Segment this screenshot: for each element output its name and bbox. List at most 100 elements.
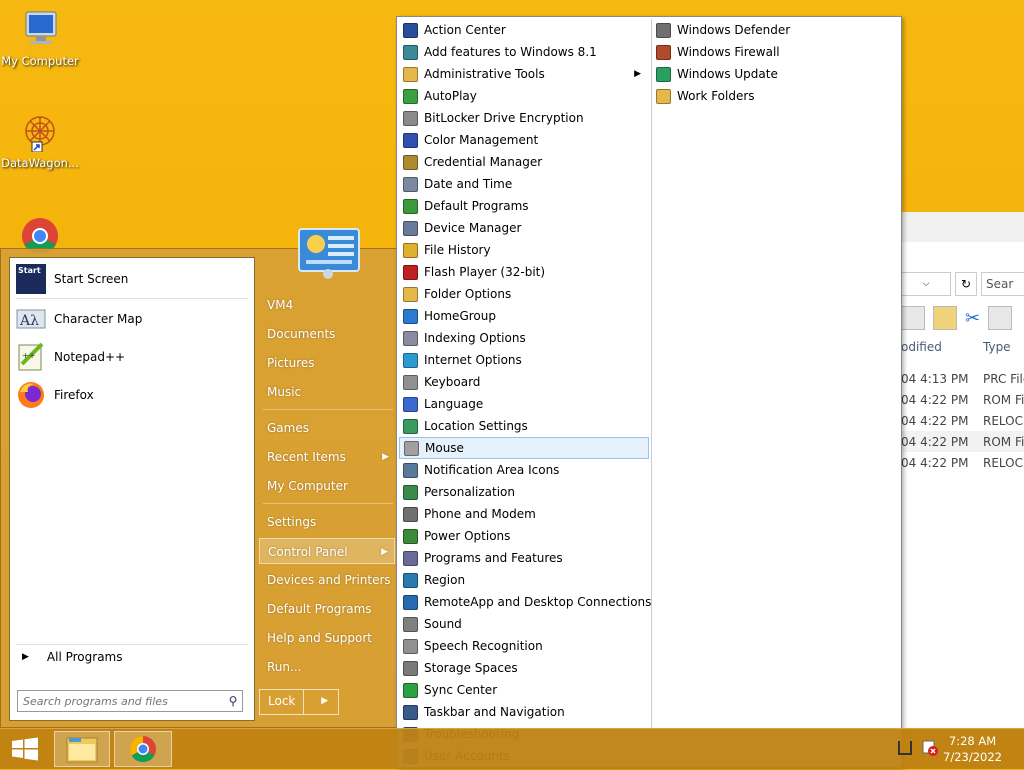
start-item-settings[interactable]: Settings [259, 509, 395, 535]
cp-item-device-manager[interactable]: Device Manager [399, 217, 649, 239]
cp-item-language[interactable]: Language [399, 393, 649, 415]
cp-item-work-folders[interactable]: Work Folders [652, 85, 900, 107]
cp-item-default-programs[interactable]: Default Programs [399, 195, 649, 217]
column-date-modified[interactable]: odified [901, 340, 983, 360]
cp-item-remoteapp-and-desktop-connections[interactable]: RemoteApp and Desktop Connections [399, 591, 651, 613]
divider [263, 409, 393, 410]
cp-item-windows-firewall[interactable]: Windows Firewall [652, 41, 900, 63]
properties-icon[interactable] [933, 306, 957, 330]
start-item-devices-and-printers[interactable]: Devices and Printers [259, 567, 395, 593]
triangle-right-icon: ▶ [382, 452, 389, 462]
programs-and-features-icon [403, 550, 418, 566]
start-item-label: My Computer [267, 479, 348, 493]
column-type[interactable]: Type [983, 340, 1024, 360]
start-button[interactable] [0, 731, 50, 767]
cp-item-autoplay[interactable]: AutoPlay [399, 85, 649, 107]
cp-item-sound[interactable]: Sound [399, 613, 649, 635]
search-input[interactable]: Sear [981, 272, 1024, 296]
windows-defender-icon [656, 22, 671, 38]
taskbar-chrome[interactable] [114, 731, 172, 767]
address-field[interactable]: ⌵ [901, 272, 951, 296]
start-item-my-computer[interactable]: My Computer [259, 473, 395, 499]
divider [16, 298, 248, 299]
cp-item-phone-and-modem[interactable]: Phone and Modem [399, 503, 649, 525]
start-item-pictures[interactable]: Pictures [259, 350, 395, 376]
start-item-documents[interactable]: Documents [259, 321, 395, 347]
desktop-icon-my-computer[interactable]: My Computer [0, 10, 80, 68]
cp-item-windows-defender[interactable]: Windows Defender [652, 19, 900, 41]
window-titlebar[interactable] [881, 212, 1024, 242]
copy-icon[interactable] [988, 306, 1013, 330]
cp-item-keyboard[interactable]: Keyboard [399, 371, 649, 393]
start-item-recent-items[interactable]: Recent Items ▶ [259, 444, 395, 470]
cp-item-personalization[interactable]: Personalization [399, 481, 649, 503]
cp-item-folder-options[interactable]: Folder Options [399, 283, 649, 305]
start-search-input[interactable] [18, 693, 224, 709]
cp-item-taskbar-and-navigation[interactable]: Taskbar and Navigation [399, 701, 649, 723]
cp-item-sync-center[interactable]: Sync Center [399, 679, 649, 701]
refresh-button[interactable]: ↻ [955, 272, 977, 296]
action-center-alert-icon[interactable] [922, 739, 938, 757]
pinned-firefox[interactable]: Firefox [16, 378, 94, 412]
cp-item-power-options[interactable]: Power Options [399, 525, 649, 547]
monitor-icon [18, 10, 62, 50]
cp-item-internet-options[interactable]: Internet Options [399, 349, 649, 371]
start-item-music[interactable]: Music [259, 379, 395, 405]
cp-item-action-center[interactable]: Action Center [399, 19, 649, 41]
cp-item-add-features-to-windows-8-1[interactable]: Add features to Windows 8.1 [399, 41, 649, 63]
cp-item-mouse[interactable]: Mouse [399, 437, 649, 459]
cp-item-notification-area-icons[interactable]: Notification Area Icons [399, 459, 649, 481]
lock-button[interactable]: Lock [260, 690, 303, 714]
cp-item-label: File History [424, 243, 491, 257]
speech-recognition-icon [403, 638, 418, 654]
view-pane-button[interactable] [901, 306, 925, 330]
cp-item-storage-spaces[interactable]: Storage Spaces [399, 657, 649, 679]
cp-item-label: Flash Player (32-bit) [424, 265, 546, 279]
table-row[interactable]: 04 4:22 PM ROM File [901, 389, 1024, 410]
pinned-character-map[interactable]: Aλ Character Map [16, 302, 142, 336]
table-row[interactable]: 04 4:13 PM PRC File [901, 368, 1024, 389]
table-row[interactable]: 04 4:22 PM RELOC F [901, 410, 1024, 431]
cp-item-programs-and-features[interactable]: Programs and Features [399, 547, 649, 569]
all-programs-button[interactable]: ▶ All Programs [16, 650, 123, 664]
start-item-run[interactable]: Run... [259, 654, 395, 680]
chevron-down-icon[interactable]: ⌵ [923, 279, 930, 289]
cp-item-color-management[interactable]: Color Management [399, 129, 649, 151]
system-clock[interactable]: 7:28 AM 7/23/2022 [943, 733, 1002, 765]
administrative-tools-icon [403, 66, 418, 82]
start-item-vm4[interactable]: VM4 [259, 292, 395, 318]
cp-item-location-settings[interactable]: Location Settings [399, 415, 649, 437]
desktop-icon-datawagon[interactable]: DataWagon... [0, 112, 80, 170]
pinned-notepad-plus-plus[interactable]: ++ Notepad++ [16, 340, 125, 374]
start-item-default-programs[interactable]: Default Programs [259, 596, 395, 622]
cp-item-date-and-time[interactable]: Date and Time [399, 173, 649, 195]
start-item-help-and-support[interactable]: Help and Support [259, 625, 395, 651]
control-panel-column-1: Action Center Add features to Windows 8.1… [399, 19, 651, 767]
user-picture[interactable] [298, 228, 360, 280]
cp-item-administrative-tools[interactable]: Administrative Tools ▶ [399, 63, 649, 85]
table-row[interactable]: 04 4:22 PM RELOC F [901, 452, 1024, 473]
cp-item-label: Keyboard [424, 375, 481, 389]
search-icon[interactable]: ⚲ [224, 694, 242, 708]
taskbar-file-explorer[interactable] [54, 731, 110, 767]
scissors-icon[interactable]: ✂ [965, 308, 980, 329]
lock-options-button[interactable]: ▶ [302, 690, 339, 714]
cp-item-homegroup[interactable]: HomeGroup [399, 305, 649, 327]
cp-item-flash-player-32-bit[interactable]: Flash Player (32-bit) [399, 261, 649, 283]
cp-item-credential-manager[interactable]: Credential Manager [399, 151, 649, 173]
network-icon[interactable] [898, 741, 912, 755]
table-row[interactable]: 04 4:22 PM ROM File [901, 431, 1024, 452]
start-item-games[interactable]: Games [259, 415, 395, 441]
sync-center-icon [403, 682, 418, 698]
all-programs-label: All Programs [46, 650, 123, 664]
cp-item-windows-update[interactable]: Windows Update [652, 63, 900, 85]
cp-item-file-history[interactable]: File History [399, 239, 649, 261]
pinned-start-screen[interactable]: Start Start Screen [16, 262, 128, 296]
cp-item-indexing-options[interactable]: Indexing Options [399, 327, 649, 349]
cp-item-speech-recognition[interactable]: Speech Recognition [399, 635, 649, 657]
start-item-control-panel[interactable]: Control Panel ▶ [259, 538, 395, 564]
cp-item-bitlocker-drive-encryption[interactable]: BitLocker Drive Encryption [399, 107, 649, 129]
cp-item-label: Color Management [424, 133, 539, 147]
cp-item-region[interactable]: Region [399, 569, 649, 591]
cp-item-label: Region [424, 573, 466, 587]
